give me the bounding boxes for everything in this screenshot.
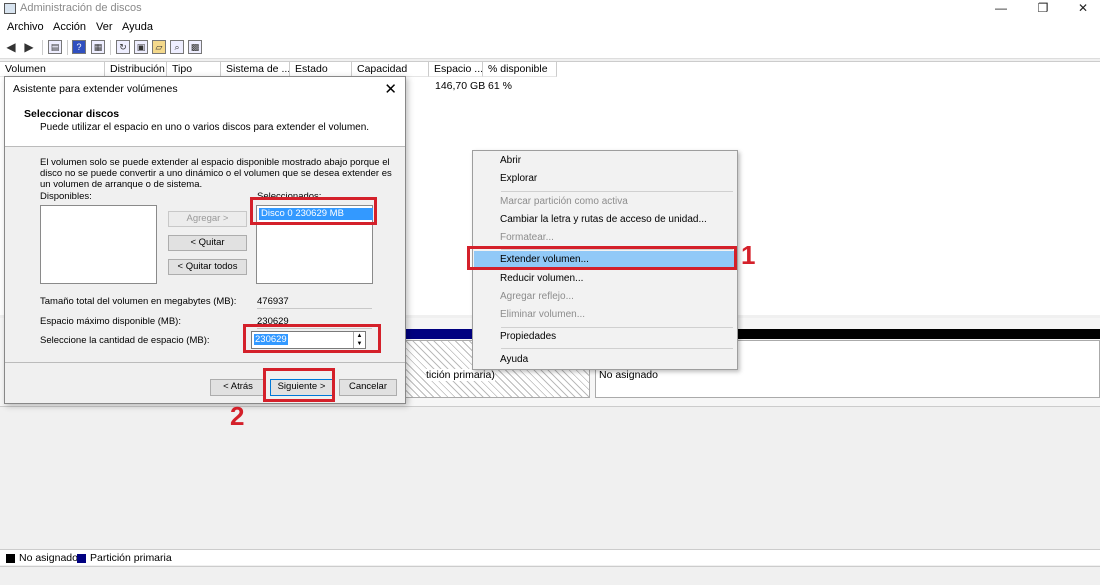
legend-swatch-unallocated (6, 554, 15, 563)
annotation-step-1: 1 (741, 240, 756, 270)
menu-item-propiedades[interactable]: Propiedades (474, 328, 736, 346)
lower-empty-area (0, 406, 1100, 546)
partition-label: tición primaria) (426, 369, 495, 381)
back-button[interactable]: < Atrás (210, 379, 266, 396)
annotation-box-selected-disk (250, 197, 377, 225)
menu-item-explorar[interactable]: Explorar (474, 170, 736, 188)
annotation-box-extend-volume (467, 246, 737, 270)
properties-icon[interactable]: ▦ (91, 40, 105, 54)
toolbar: ◀ ▶ ▤ ? ▦ ↻ ▣ ▱ ⌕ ▩ (0, 37, 1100, 59)
menu-archivo[interactable]: Archivo (7, 21, 44, 33)
disk-management-icon (4, 3, 16, 14)
minimize-button[interactable]: — (986, 0, 1016, 18)
unallocated-label: No asignado (599, 369, 658, 381)
column-header-estado[interactable]: Estado (290, 62, 352, 77)
cell-porcentaje: 61 % (488, 80, 512, 92)
settings-icon[interactable]: ▣ (134, 40, 148, 54)
disk-management-window: Administración de discos — ❐ ✕ Archivo A… (0, 0, 1100, 585)
menu-item-reducir-volumen[interactable]: Reducir volumen... (474, 270, 736, 288)
legend-label-unallocated: No asignado (19, 552, 78, 564)
legend-label-primary: Partición primaria (90, 552, 172, 564)
menu-accion[interactable]: Acción (53, 21, 86, 33)
menu-item-marcar-activa[interactable]: Marcar partición como activa (474, 193, 736, 211)
remove-all-button[interactable]: < Quitar todos (168, 259, 247, 275)
legend-bar: No asignado Partición primaria (0, 549, 1100, 565)
column-header-capacidad[interactable]: Capacidad (352, 62, 429, 77)
dialog-title: Asistente para extender volúmenes (13, 83, 178, 95)
cell-espacio: 146,70 GB (435, 80, 486, 92)
menu-item-cambiar-letra[interactable]: Cambiar la letra y rutas de acceso de un… (474, 211, 736, 229)
total-size-value: 476937 (257, 296, 372, 309)
open-folder-icon[interactable]: ▱ (152, 40, 166, 54)
menu-bar: Archivo Acción Ver Ayuda (0, 18, 1100, 37)
max-space-label: Espacio máximo disponible (MB): (40, 316, 181, 327)
title-bar: Administración de discos — ❐ ✕ (0, 0, 1100, 18)
view-options-icon[interactable]: ▩ (188, 40, 202, 54)
annotation-box-next-button (263, 368, 335, 402)
menu-item-agregar-reflejo[interactable]: Agregar reflejo... (474, 288, 736, 306)
dialog-title-bar: Asistente para extender volúmenes ✕ (5, 77, 405, 101)
extend-volume-wizard: Asistente para extender volúmenes ✕ Sele… (4, 76, 406, 404)
close-window-button[interactable]: ✕ (1068, 0, 1098, 18)
status-bar (0, 566, 1100, 585)
back-arrow-icon[interactable]: ◀ (4, 40, 18, 54)
remove-button[interactable]: < Quitar (168, 235, 247, 251)
menu-item-abrir[interactable]: Abrir (474, 152, 736, 170)
refresh-icon[interactable]: ↻ (116, 40, 130, 54)
select-amount-label: Seleccione la cantidad de espacio (MB): (40, 335, 210, 346)
dialog-close-icon[interactable]: ✕ (384, 80, 397, 98)
column-header-porcentaje[interactable]: % disponible (483, 62, 557, 77)
dialog-description: El volumen solo se puede extender al esp… (40, 157, 392, 190)
column-header-sistema[interactable]: Sistema de ... (221, 62, 290, 77)
column-header-tipo[interactable]: Tipo (167, 62, 221, 77)
legend-swatch-primary (77, 554, 86, 563)
add-button[interactable]: Agregar > (168, 211, 247, 227)
available-disks-list[interactable] (40, 205, 157, 284)
annotation-step-2: 2 (230, 401, 245, 431)
menu-item-ayuda[interactable]: Ayuda (474, 351, 736, 369)
restore-button[interactable]: ❐ (1028, 0, 1058, 18)
console-tree-icon[interactable]: ▤ (48, 40, 62, 54)
search-icon[interactable]: ⌕ (170, 40, 184, 54)
forward-arrow-icon[interactable]: ▶ (22, 40, 36, 54)
menu-item-formatear[interactable]: Formatear... (474, 229, 736, 247)
help-icon[interactable]: ? (72, 40, 86, 54)
dialog-header: Seleccionar discos Puede utilizar el esp… (5, 101, 405, 147)
annotation-box-space-amount (243, 324, 381, 353)
column-header-volumen[interactable]: Volumen (0, 62, 105, 77)
window-title: Administración de discos (20, 2, 142, 14)
menu-ayuda[interactable]: Ayuda (122, 21, 153, 33)
available-label: Disponibles: (40, 191, 92, 202)
column-header-espacio[interactable]: Espacio ... (429, 62, 483, 77)
cancel-button[interactable]: Cancelar (339, 379, 397, 396)
dialog-heading: Seleccionar discos (24, 108, 120, 120)
dialog-subheading: Puede utilizar el espacio en uno o vario… (40, 122, 370, 133)
menu-ver[interactable]: Ver (96, 21, 113, 33)
total-size-label: Tamaño total del volumen en megabytes (M… (40, 296, 237, 307)
column-header-distribucion[interactable]: Distribución (105, 62, 167, 77)
menu-item-eliminar-volumen[interactable]: Eliminar volumen... (474, 306, 736, 324)
